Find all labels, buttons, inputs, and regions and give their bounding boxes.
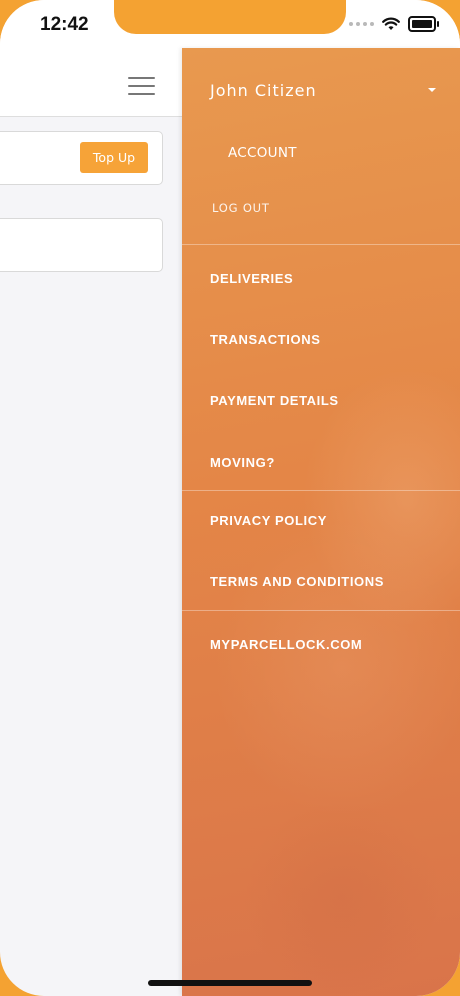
menu-item-account[interactable]: ACCOUNT bbox=[228, 145, 297, 161]
user-dropdown[interactable]: John Citizen bbox=[210, 78, 438, 102]
battery-icon bbox=[408, 16, 439, 32]
home-indicator[interactable] bbox=[148, 980, 312, 986]
menu-item-deliveries[interactable]: DELIVERIES bbox=[210, 271, 293, 286]
status-time: 12:42 bbox=[40, 14, 89, 35]
caret-down-icon bbox=[428, 88, 436, 92]
divider bbox=[182, 610, 460, 611]
status-icons bbox=[349, 16, 439, 32]
user-name: John Citizen bbox=[210, 80, 317, 100]
menu-item-website[interactable]: MYPARCELLOCK.COM bbox=[210, 637, 362, 652]
menu-item-log-out[interactable]: LOG OUT bbox=[212, 201, 270, 215]
menu-item-payment-details[interactable]: PAYMENT DETAILS bbox=[210, 393, 339, 408]
menu-item-transactions[interactable]: TRANSACTIONS bbox=[210, 332, 320, 347]
divider bbox=[182, 244, 460, 245]
notch bbox=[114, 0, 346, 34]
hamburger-menu-icon[interactable] bbox=[128, 77, 155, 95]
divider bbox=[182, 490, 460, 491]
status-bar: 12:42 bbox=[0, 0, 460, 48]
wifi-icon bbox=[382, 17, 400, 30]
phone-screen: 12:42 Top Up John Citizen ACCOUNT LOG OU… bbox=[0, 0, 460, 996]
menu-item-privacy-policy[interactable]: PRIVACY POLICY bbox=[210, 513, 327, 528]
signal-icon bbox=[349, 22, 374, 26]
menu-item-terms-and-conditions[interactable]: TERMS AND CONDITIONS bbox=[210, 574, 384, 589]
side-drawer: John Citizen ACCOUNT LOG OUT DELIVERIES … bbox=[182, 48, 460, 996]
menu-item-moving[interactable]: MOVING? bbox=[210, 455, 275, 470]
info-card bbox=[0, 218, 163, 272]
top-up-button[interactable]: Top Up bbox=[80, 142, 148, 173]
